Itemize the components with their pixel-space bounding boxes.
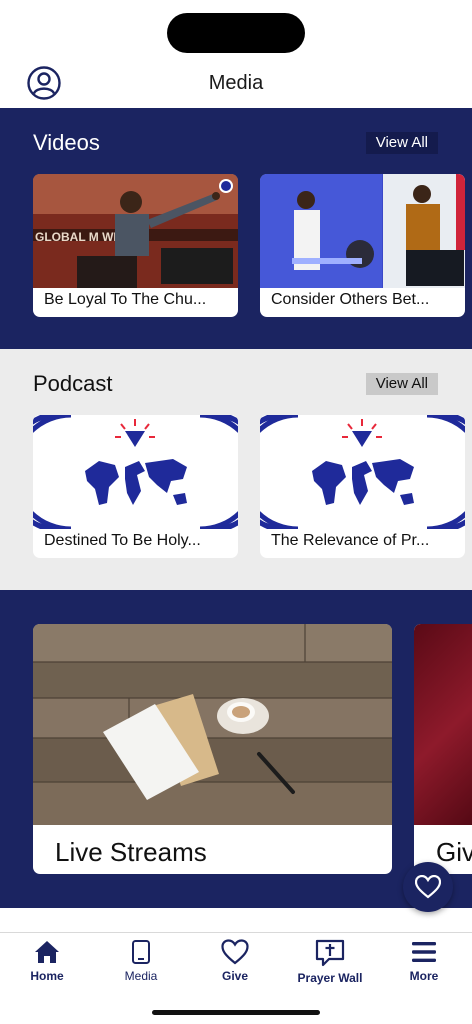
tab-label: Home bbox=[30, 969, 64, 983]
ministry-logo-thumbnail bbox=[33, 415, 238, 529]
videos-section: Videos View All GLOBAL M WIVES Be Loyal … bbox=[0, 108, 472, 349]
live-streams-card[interactable]: Live Streams bbox=[33, 624, 392, 874]
home-indicator bbox=[152, 1010, 320, 1015]
tab-label: Media bbox=[124, 969, 158, 983]
podcast-title: Podcast bbox=[33, 371, 113, 396]
tab-label: Prayer Wall bbox=[297, 971, 363, 985]
home-icon bbox=[35, 941, 59, 963]
tab-home[interactable]: Home bbox=[9, 939, 85, 993]
tab-more[interactable]: More bbox=[386, 939, 462, 993]
podcast-view-all-button[interactable]: View All bbox=[365, 373, 438, 395]
heart-icon bbox=[221, 939, 249, 965]
video-card[interactable]: Consider Others Bet... bbox=[260, 174, 465, 317]
tab-media[interactable]: Media bbox=[103, 939, 179, 993]
camera-notch bbox=[167, 13, 305, 53]
featured-section: Live Streams Giv bbox=[0, 590, 472, 908]
podcast-card[interactable]: The Relevance of Pr... bbox=[260, 415, 465, 558]
wooden-table-coffee-photo bbox=[33, 624, 392, 825]
favorite-heart-button[interactable] bbox=[403, 862, 453, 912]
podcast-caption: The Relevance of Pr... bbox=[271, 532, 430, 549]
menu-icon bbox=[412, 942, 436, 962]
give-card[interactable]: Giv bbox=[414, 624, 472, 874]
tab-label: Give bbox=[221, 969, 248, 983]
tablet-icon bbox=[132, 940, 150, 964]
videos-view-all-button[interactable]: View All bbox=[365, 132, 438, 154]
tab-label: More bbox=[409, 969, 439, 983]
live-streams-caption: Live Streams bbox=[55, 837, 207, 867]
prayer-cross-icon bbox=[315, 939, 345, 967]
ministry-logo-thumbnail bbox=[260, 415, 465, 529]
podcast-section: Podcast View All Destined To Be Holy... bbox=[0, 349, 472, 590]
video-thumbnail: GLOBAL M WIVES bbox=[33, 174, 238, 288]
video-caption: Be Loyal To The Chu... bbox=[44, 291, 207, 308]
give-caption: Giv bbox=[436, 837, 472, 867]
tab-give[interactable]: Give bbox=[197, 939, 273, 993]
podcast-card[interactable]: Destined To Be Holy... bbox=[33, 415, 238, 558]
videos-title: Videos bbox=[33, 130, 100, 155]
heart-icon bbox=[415, 875, 441, 899]
video-thumbnail bbox=[260, 174, 465, 288]
video-caption: Consider Others Bet... bbox=[271, 291, 430, 308]
video-card[interactable]: GLOBAL M WIVES Be Loyal To The Chu... bbox=[33, 174, 238, 317]
page-title: Media bbox=[208, 72, 264, 94]
podcast-caption: Destined To Be Holy... bbox=[44, 532, 201, 549]
give-card-image bbox=[414, 624, 472, 825]
tab-prayer-wall[interactable]: Prayer Wall bbox=[292, 939, 368, 993]
top-bar: Media bbox=[0, 60, 472, 108]
